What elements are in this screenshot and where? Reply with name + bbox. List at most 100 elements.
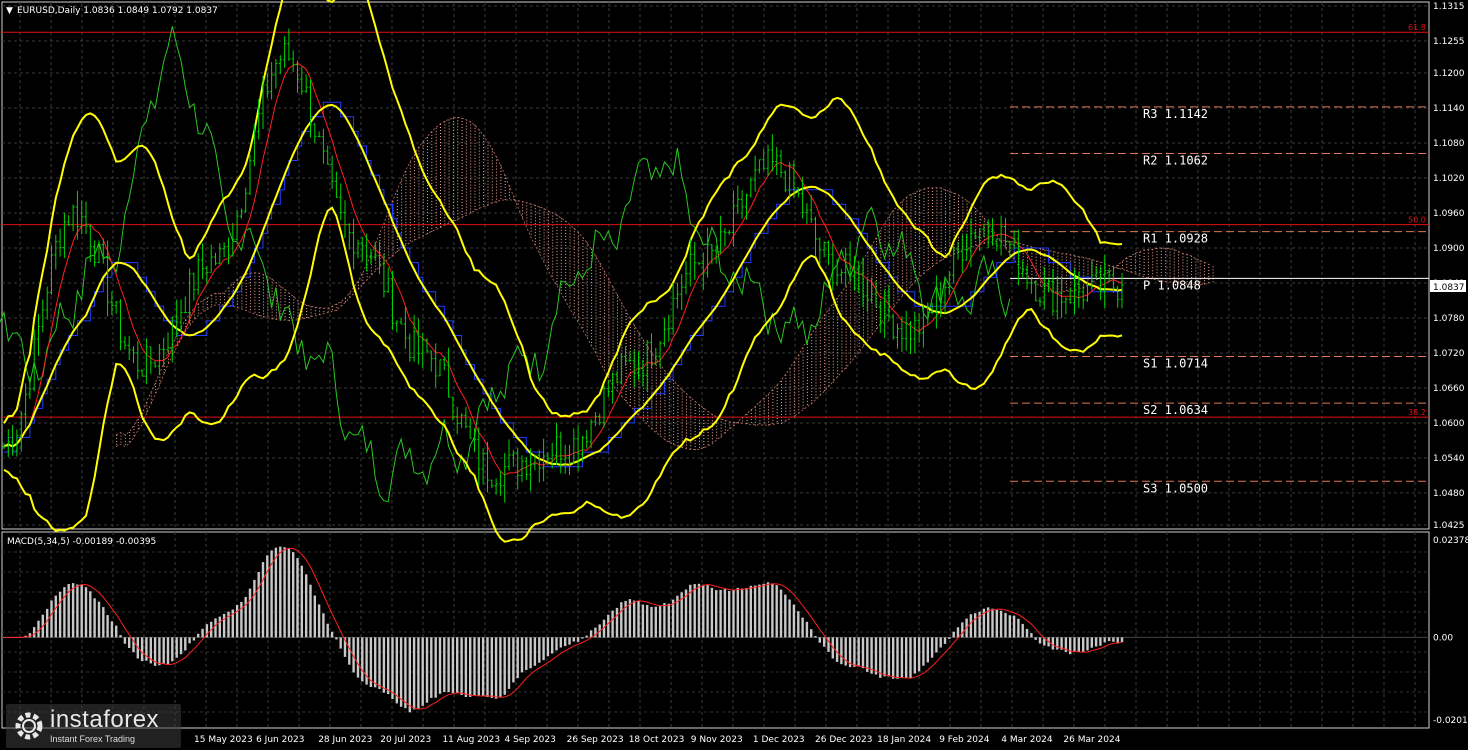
cloud-dot bbox=[487, 144, 489, 146]
cloud-dot bbox=[483, 144, 485, 146]
cloud-dot bbox=[819, 357, 821, 359]
cloud-dot bbox=[880, 272, 882, 274]
cloud-dot bbox=[832, 369, 834, 371]
cloud-dot bbox=[1195, 258, 1197, 260]
cloud-dot bbox=[349, 293, 351, 295]
cloud-dot bbox=[448, 143, 450, 145]
cloud-dot bbox=[120, 438, 122, 440]
cloud-dot bbox=[401, 231, 403, 233]
cloud-dot bbox=[850, 343, 852, 345]
cloud-dot bbox=[543, 247, 545, 249]
cloud-dot bbox=[681, 395, 683, 397]
cloud-dot bbox=[655, 415, 657, 417]
cloud-dot bbox=[474, 157, 476, 159]
cloud-dot bbox=[1035, 259, 1037, 261]
cloud-dot bbox=[707, 426, 709, 428]
cloud-dot bbox=[422, 217, 424, 219]
cloud-dot bbox=[608, 350, 610, 352]
cloud-dot bbox=[483, 159, 485, 161]
cloud-dot bbox=[932, 191, 934, 192]
cloud-dot bbox=[1022, 259, 1024, 261]
cloud-dot bbox=[440, 178, 441, 179]
cloud-dot bbox=[414, 191, 416, 193]
cloud-dot bbox=[582, 300, 584, 302]
cloud-dot bbox=[768, 424, 769, 426]
cloud-dot bbox=[871, 323, 873, 325]
cloud-dot bbox=[824, 327, 826, 329]
cloud-dot bbox=[526, 217, 528, 219]
macd-histogram-bar bbox=[46, 608, 49, 638]
cloud-dot bbox=[608, 293, 610, 295]
cloud-dot bbox=[388, 242, 390, 244]
cloud-dot bbox=[569, 272, 571, 274]
cloud-dot bbox=[591, 341, 593, 343]
cloud-dot bbox=[945, 216, 946, 218]
cloud-dot bbox=[474, 160, 476, 162]
cloud-dot bbox=[565, 283, 567, 285]
cloud-dot bbox=[768, 394, 769, 396]
cloud-dot bbox=[1130, 256, 1132, 257]
cloud-dot bbox=[1182, 271, 1184, 273]
cloud-dot bbox=[452, 213, 454, 215]
cloud-dot bbox=[621, 317, 623, 319]
cloud-dot bbox=[586, 290, 588, 292]
cloud-dot bbox=[582, 324, 584, 326]
cloud-dot bbox=[677, 402, 679, 404]
cloud-dot bbox=[608, 338, 610, 340]
macd-histogram-bar bbox=[330, 631, 334, 638]
cloud-dot bbox=[1087, 279, 1089, 281]
cloud-dot bbox=[448, 197, 450, 199]
cloud-dot bbox=[435, 157, 437, 159]
cloud-dot bbox=[409, 168, 411, 170]
cloud-dot bbox=[1182, 268, 1184, 270]
cloud-dot bbox=[543, 220, 545, 222]
cloud-dot bbox=[806, 373, 808, 375]
cloud-dot bbox=[871, 326, 873, 328]
macd-histogram-bar bbox=[266, 555, 269, 638]
cloud-dot bbox=[435, 187, 437, 189]
cloud-dot bbox=[617, 321, 618, 323]
cloud-dot bbox=[901, 222, 903, 224]
cloud-dot bbox=[850, 298, 852, 300]
cloud-dot bbox=[845, 295, 847, 297]
cloud-dot bbox=[638, 347, 640, 349]
cloud-dot bbox=[901, 255, 903, 257]
cloud-dot bbox=[837, 316, 839, 318]
cloud-dot bbox=[444, 127, 446, 129]
cloud-dot bbox=[824, 339, 826, 341]
cloud-dot bbox=[673, 422, 675, 424]
cloud-dot bbox=[595, 288, 597, 290]
cloud-dot bbox=[599, 341, 601, 343]
cloud-dot bbox=[655, 370, 657, 372]
cloud-dot bbox=[893, 285, 895, 287]
cloud-dot bbox=[543, 217, 545, 219]
cloud-dot bbox=[897, 263, 899, 265]
cloud-dot bbox=[565, 274, 567, 276]
cloud-dot bbox=[435, 217, 437, 219]
cloud-dot bbox=[483, 171, 485, 173]
cloud-dot bbox=[560, 274, 562, 276]
cloud-dot bbox=[470, 130, 472, 132]
cloud-dot bbox=[591, 296, 593, 298]
cloud-dot bbox=[608, 323, 610, 325]
cloud-dot bbox=[599, 308, 601, 310]
cloud-dot bbox=[414, 209, 416, 211]
macd-histogram-bar bbox=[425, 637, 429, 703]
cloud-dot bbox=[370, 264, 372, 266]
trading-chart[interactable]: 61.850.038.2R3 1.1142R2 1.1062R1 1.0928P… bbox=[0, 0, 1468, 750]
cloud-dot bbox=[880, 299, 882, 301]
cloud-dot bbox=[435, 226, 437, 228]
cloud-dot bbox=[1186, 269, 1188, 271]
macd-histogram-bar bbox=[97, 601, 101, 638]
cloud-dot bbox=[910, 200, 912, 202]
cloud-dot bbox=[906, 251, 908, 253]
cloud-dot bbox=[586, 296, 588, 298]
cloud-dot bbox=[884, 244, 886, 246]
cloud-dot bbox=[634, 337, 636, 339]
cloud-dot bbox=[1169, 257, 1171, 259]
cloud-dot bbox=[582, 303, 584, 305]
cloud-dot bbox=[543, 235, 545, 237]
cloud-dot bbox=[936, 208, 938, 210]
cloud-dot bbox=[591, 281, 593, 283]
cloud-dot bbox=[444, 139, 446, 141]
